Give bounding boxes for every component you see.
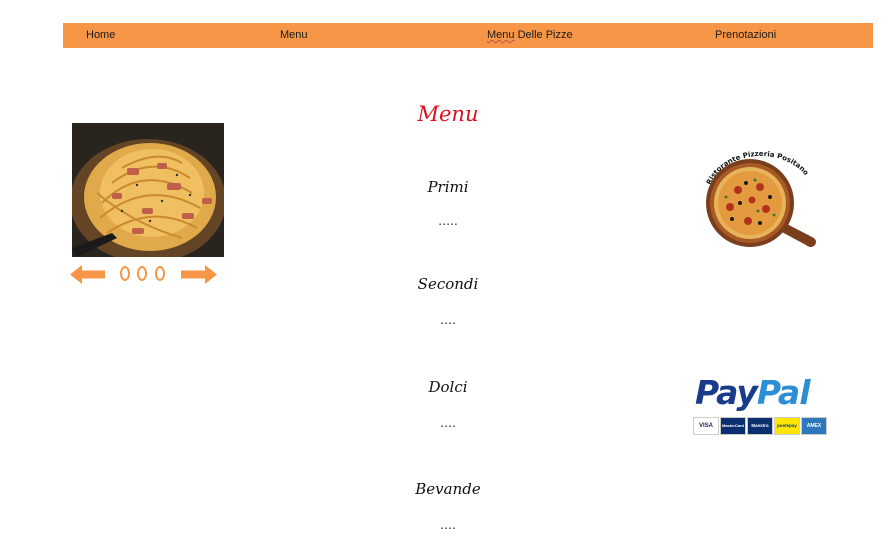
page-title: Menu	[417, 102, 479, 126]
section-content-secondi: ….	[440, 313, 456, 327]
arrow-left-icon[interactable]	[70, 264, 106, 285]
section-title-dolci: Dolci	[428, 378, 468, 396]
arrow-right-icon[interactable]	[180, 264, 217, 285]
mastercard-icon: MasterCard	[720, 417, 746, 435]
nav-menu-link[interactable]: Menu	[280, 23, 308, 48]
section-title-bevande: Bevande	[415, 480, 481, 498]
carousel-indicator-3[interactable]	[155, 266, 165, 281]
section-title-secondi: Secondi	[417, 275, 479, 293]
navbar: Home Menu Menu Delle Pizze Prenotazioni	[63, 23, 873, 48]
nav-pizza-menu-word1: Menu	[487, 29, 515, 41]
maestro-icon: Maestro	[747, 417, 773, 435]
section-content-dolci: ….	[440, 416, 456, 430]
postepay-icon: postepay	[774, 417, 800, 435]
restaurant-logo: Ristorante Pizzeria Positano	[700, 145, 825, 255]
paypal-badge[interactable]: PayPal VISA MasterCard Maestro postepay …	[693, 373, 828, 440]
carousel-pasta-image	[72, 123, 224, 257]
nav-reservations-link[interactable]: Prenotazioni	[715, 23, 776, 48]
carousel-indicator-2[interactable]	[137, 266, 147, 281]
section-title-primi: Primi	[427, 178, 469, 196]
visa-card-icon: VISA	[693, 417, 719, 435]
amex-icon: AMEX	[801, 417, 827, 435]
paypal-logo: PayPal	[695, 373, 810, 412]
section-content-primi: …..	[438, 214, 458, 228]
nav-home-link[interactable]: Home	[86, 23, 115, 48]
carousel-indicator-1[interactable]	[120, 266, 130, 281]
nav-pizza-menu-link[interactable]: Menu Delle Pizze	[487, 23, 573, 48]
section-content-bevande: ….	[440, 518, 456, 532]
payment-cards: VISA MasterCard Maestro postepay AMEX	[693, 417, 828, 437]
nav-pizza-menu-word2: Delle Pizze	[517, 29, 573, 41]
